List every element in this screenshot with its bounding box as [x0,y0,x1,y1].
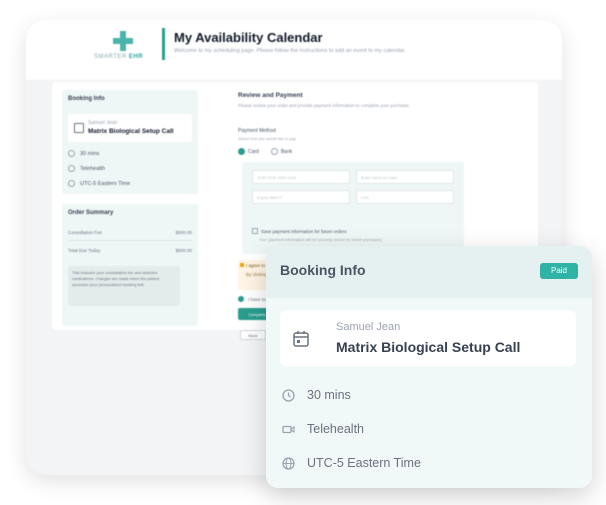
event-summary: Samuel Jean Matrix Biological Setup Call [68,114,192,142]
card-details-form: 1234 1234 1234 1234 Enter name on Card E… [242,162,464,254]
summary-value: $000.00 [175,248,192,253]
location-row: Telehealth [282,422,364,436]
location-text: Telehealth [80,165,106,172]
summary-note: This includes your consultation fee and … [68,266,180,306]
booking-card-title: Booking Info [280,262,366,278]
duration-text: 30 mins [80,150,100,157]
duration-row: 30 mins [68,150,99,157]
clock-icon [68,150,75,157]
card-name-field[interactable]: Enter name on Card [356,170,454,184]
summary-value: $000.00 [175,230,192,235]
back-button[interactable]: Back [240,330,266,340]
booking-card-header: Booking Info Paid [266,246,592,298]
summary-label: Total Due Today [68,248,101,253]
payment-method-options: Card Bank [238,148,292,155]
review-subtitle: Please review your order and provide pay… [238,103,411,108]
summary-row: Consultation Fee $000.00 [68,230,192,235]
order-summary-panel: Order Summary Consultation Fee $000.00 To… [62,204,198,326]
review-title: Review and Payment [238,92,303,99]
logo-cross-icon [113,31,133,51]
video-icon [68,165,75,172]
bank-option-label: Bank [280,148,293,155]
booking-info-card: Booking Info Paid Samuel Jean Matrix Bio… [266,246,592,488]
logo-text: SMARTER EHR [94,54,144,60]
payment-method-label: Payment Method [238,128,276,134]
video-icon [282,425,295,433]
timezone-row: UTC-5 Eastern Time [68,180,130,187]
page-title: My Availability Calendar [174,30,323,45]
expiry-field[interactable]: Expiry MM/YY [252,190,350,204]
checkbox-icon[interactable] [252,228,258,234]
bank-option[interactable]: Bank [270,148,293,155]
cvc-field[interactable]: CVC [356,190,454,204]
card-option[interactable]: Card [238,148,259,155]
summary-row: Total Due Today $000.00 [68,248,192,253]
card-number-field[interactable]: 1234 1234 1234 1234 [252,170,350,184]
paid-badge: Paid [540,263,578,279]
globe-icon [282,456,295,470]
globe-icon [68,180,75,187]
check-icon[interactable] [238,296,244,302]
location-row: Telehealth [68,165,105,172]
radio-selected-icon[interactable] [238,148,245,155]
host-name: Samuel Jean [88,120,118,126]
radio-icon[interactable] [270,148,278,155]
app-header: SMARTER EHR My Availability Calendar Wel… [26,20,562,80]
timezone-text: UTC-5 Eastern Time [80,180,131,187]
header-divider [162,28,165,60]
calendar-icon [74,123,84,133]
save-payment-note: Your payment information will be securel… [259,237,383,242]
event-title: Matrix Biological Setup Call [336,339,521,355]
card-option-label: Card [248,148,259,155]
event-box: Samuel Jean Matrix Biological Setup Call [280,310,576,366]
save-payment-checkbox[interactable]: Save payment information for future orde… [252,228,347,234]
location-text: Telehealth [307,422,364,436]
save-payment-label: Save payment information for future orde… [261,228,347,234]
host-name: Samuel Jean [336,321,401,333]
summary-divider [68,240,192,241]
timezone-row: UTC-5 Eastern Time [282,456,421,470]
duration-text: 30 mins [307,388,351,402]
order-summary-heading: Order Summary [68,210,114,216]
calendar-icon [293,331,309,347]
payment-method-subtitle: Select how you would like to pay [238,136,296,141]
event-title: Matrix Biological Setup Call [88,128,174,135]
duration-row: 30 mins [282,388,351,402]
booking-info-heading: Booking Info [68,96,105,102]
page-subtitle: Welcome to my scheduling page. Please fo… [174,48,406,54]
warning-icon [240,263,244,267]
booking-info-panel: Booking Info Samuel Jean Matrix Biologic… [62,90,198,194]
timezone-text: UTC-5 Eastern Time [307,456,421,470]
clock-icon [282,388,295,402]
summary-label: Consultation Fee [68,230,103,235]
